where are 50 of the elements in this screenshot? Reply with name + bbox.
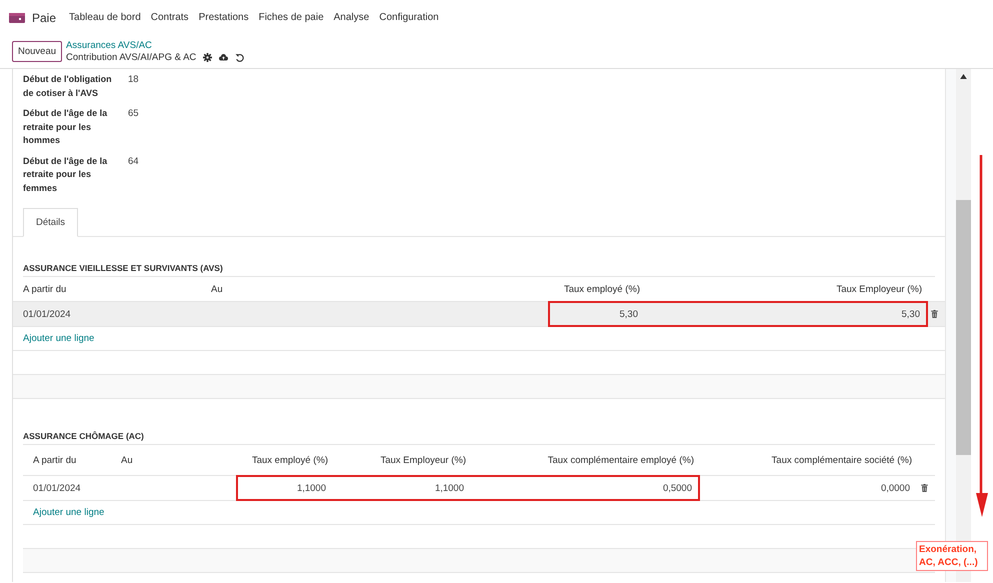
add-line-link[interactable]: Ajouter une ligne — [33, 507, 104, 518]
menu-item[interactable]: Analyse — [334, 12, 370, 23]
table-cell: 1,1000 — [434, 482, 464, 494]
field-value: 64 — [128, 154, 139, 168]
section-title: ASSURANCE CHÔMAGE (AC) — [23, 431, 935, 445]
undo-icon[interactable] — [235, 53, 244, 62]
column-header[interactable]: A partir du — [33, 454, 121, 466]
table-cell: 0,5000 — [662, 482, 692, 494]
table-row[interactable]: 01/01/2024 1,1000 1,1000 0,5000 0,0000 — [23, 476, 935, 501]
column-header[interactable]: Taux complémentaire employé (%) — [466, 454, 694, 466]
column-header[interactable]: Au — [121, 454, 238, 466]
column-header[interactable]: A partir du — [23, 284, 211, 294]
column-header[interactable]: Au — [211, 284, 550, 294]
field-value: 18 — [128, 73, 139, 87]
field-value: 65 — [128, 107, 139, 121]
menu-item[interactable]: Prestations — [198, 12, 249, 23]
annotation-label: Exonération, AC, ACC, (...) — [916, 541, 988, 571]
app-name[interactable]: Paie — [32, 10, 56, 24]
menu-item[interactable]: Fiches de paie — [258, 12, 324, 23]
section-title: ASSURANCE VIEILLESSE ET SURVIVANTS (AVS) — [23, 263, 935, 277]
column-header[interactable]: Taux Employeur (%) — [328, 454, 466, 466]
breadcrumb-link[interactable]: Assurances AVS/AC — [66, 40, 244, 51]
app-logo-icon[interactable] — [9, 12, 25, 22]
field-label: Début de l'âge de la retraite pour les femmes — [23, 154, 108, 194]
column-header[interactable]: Taux employé (%) — [550, 284, 640, 294]
trash-icon[interactable] — [920, 484, 928, 492]
scroll-up-icon[interactable] — [960, 74, 967, 79]
menu-item[interactable]: Configuration — [379, 12, 439, 23]
table-cell: 01/01/2024 — [33, 482, 81, 494]
table-cell: 5,30 — [902, 308, 920, 320]
menu-item[interactable]: Tableau de bord — [69, 12, 141, 23]
column-header[interactable]: Taux Employeur (%) — [640, 284, 922, 294]
table-cell: 1,1000 — [296, 482, 326, 494]
column-header[interactable]: Taux complémentaire société (%) — [694, 454, 912, 466]
menu-item[interactable]: Contrats — [150, 12, 189, 23]
column-header[interactable]: Taux employé (%) — [238, 454, 328, 466]
cloud-upload-icon[interactable] — [219, 53, 228, 62]
scrollbar-thumb[interactable] — [956, 200, 971, 455]
field-label: Début de l'obligation de cotiser à l'AVS — [23, 73, 113, 100]
table-cell: 5,30 — [620, 308, 638, 320]
table-cell: 0,0000 — [880, 482, 910, 494]
trash-icon[interactable] — [930, 310, 938, 318]
field-label: Début de l'âge de la retraite pour les hommes — [23, 107, 108, 147]
table-cell: 01/01/2024 — [23, 308, 71, 320]
gear-icon[interactable] — [203, 53, 212, 62]
new-button[interactable]: Nouveau — [12, 41, 62, 62]
record-title: Contribution AVS/AI/APG & AC — [66, 52, 196, 63]
add-line-link[interactable]: Ajouter une ligne — [23, 333, 94, 344]
table-row[interactable]: 01/01/2024 5,30 5,30 — [13, 302, 945, 327]
tab[interactable]: Détails — [23, 208, 78, 237]
